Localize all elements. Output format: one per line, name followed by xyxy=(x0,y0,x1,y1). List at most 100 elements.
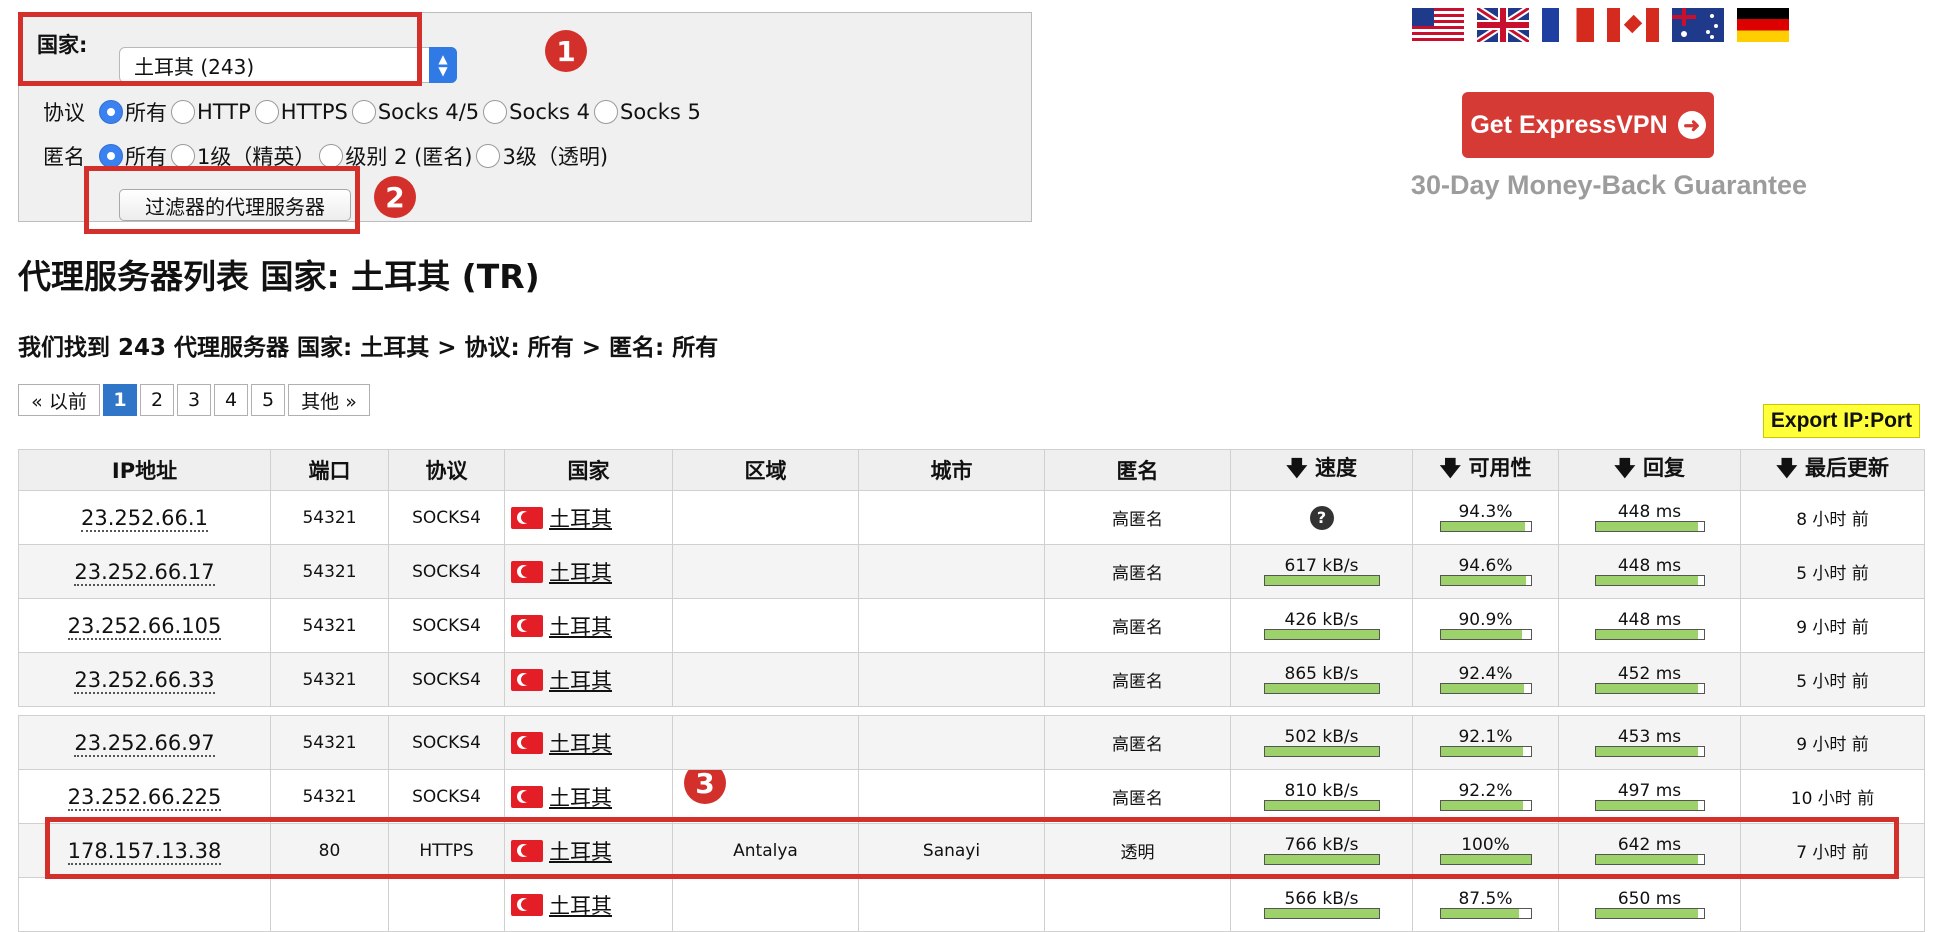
region-cell xyxy=(672,877,859,932)
us-flag-icon[interactable] xyxy=(1412,8,1464,42)
protocol-cell: SOCKS4 xyxy=(388,715,505,770)
anonymity-cell: 高匿名 xyxy=(1044,544,1231,599)
page-5-button[interactable]: 5 xyxy=(251,384,285,416)
country-link[interactable]: 土耳其 xyxy=(549,611,612,641)
fr-flag-icon[interactable] xyxy=(1542,8,1594,42)
city-cell xyxy=(858,652,1045,707)
region-cell xyxy=(672,652,859,707)
speed-cell: 865 kB/s xyxy=(1230,652,1413,707)
col-speed[interactable]: 🡇 速度 xyxy=(1230,449,1413,491)
protocol-option-label: HTTP xyxy=(197,100,251,124)
table-row: 23.252.66.97 54321 SOCKS4 土耳其 高匿名 502 kB/s 92.… xyxy=(18,715,1925,770)
speed-meter-value: 426 kB/s xyxy=(1284,610,1359,630)
uptime-meter-bar xyxy=(1439,800,1532,811)
turkey-flag-icon xyxy=(511,731,543,754)
page-title: 代理服务器列表 国家: 土耳其 (TR) xyxy=(18,257,540,296)
country-link[interactable]: 土耳其 xyxy=(549,728,612,758)
protocol-radio-4[interactable] xyxy=(483,100,508,124)
anonymity-radio-3[interactable] xyxy=(476,144,501,168)
speed-meter: 810 kB/s xyxy=(1231,782,1412,811)
port-cell xyxy=(270,877,389,932)
results-summary: 我们找到 243 代理服务器 国家: 土耳其 > 协议: 所有 > 匿名: 所有 xyxy=(18,335,719,361)
col-uptime[interactable]: 🡇 可用性 xyxy=(1412,449,1559,491)
anonymity-radio-2[interactable] xyxy=(319,144,344,168)
ca-flag-icon[interactable] xyxy=(1607,8,1659,42)
country-link[interactable]: 土耳其 xyxy=(549,557,612,587)
anonymity-radio-0[interactable] xyxy=(99,144,123,168)
page-1-button[interactable]: 1 xyxy=(103,384,137,416)
col-updated-label: 最后更新 xyxy=(1804,455,1889,480)
col-port: 端口 xyxy=(270,449,389,491)
speed-cell: 617 kB/s xyxy=(1230,544,1413,599)
ip-cell: 23.252.66.1 xyxy=(18,490,271,545)
ip-cell: 23.252.66.105 xyxy=(18,598,271,653)
city-cell xyxy=(858,490,1045,545)
anonymity-option-label: 3级（透明) xyxy=(502,145,609,169)
page-2-button[interactable]: 2 xyxy=(140,384,174,416)
annotation-box-2 xyxy=(84,166,360,234)
uptime-cell: 87.5% xyxy=(1412,877,1559,932)
response-meter-value: 448 ms xyxy=(1617,556,1682,576)
page-4-button[interactable]: 4 xyxy=(214,384,248,416)
uptime-cell: 92.2% xyxy=(1412,769,1559,824)
au-flag-icon[interactable] xyxy=(1672,8,1724,42)
de-flag-icon[interactable] xyxy=(1737,8,1789,42)
country-link[interactable]: 土耳其 xyxy=(549,665,612,695)
country-cell: 土耳其 xyxy=(504,877,673,932)
turkey-flag-icon xyxy=(511,668,543,691)
col-country: 国家 xyxy=(504,449,673,491)
protocol-radio-0[interactable] xyxy=(99,100,123,124)
uptime-meter: 87.5% xyxy=(1413,890,1558,919)
response-meter-value: 448 ms xyxy=(1617,502,1682,522)
uptime-cell: 90.9% xyxy=(1412,598,1559,653)
ip-address-link[interactable]: 23.252.66.1 xyxy=(81,505,208,532)
protocol-radio-1[interactable] xyxy=(171,100,195,124)
protocol-radio-2[interactable] xyxy=(254,100,279,124)
country-cell: 土耳其 xyxy=(504,769,673,824)
protocol-option-label: 所有 xyxy=(125,101,167,125)
response-meter-value: 650 ms xyxy=(1617,889,1682,909)
uptime-meter-bar xyxy=(1439,908,1532,919)
export-ip-port-button[interactable]: Export IP:Port xyxy=(1763,404,1920,438)
turkey-flag-icon xyxy=(511,614,543,637)
response-cell: 452 ms xyxy=(1558,652,1741,707)
table-row: 23.252.66.1 54321 SOCKS4 土耳其 高匿名? 94.3% 448 ms… xyxy=(18,490,1925,545)
response-meter: 448 ms xyxy=(1559,611,1740,640)
country-link[interactable]: 土耳其 xyxy=(549,503,612,533)
page-next-button[interactable]: 其他 » xyxy=(288,384,370,416)
table-separator xyxy=(18,706,1925,716)
speed-cell: 810 kB/s xyxy=(1230,769,1413,824)
uptime-meter: 92.1% xyxy=(1413,728,1558,757)
uptime-meter-value: 87.5% xyxy=(1458,889,1513,909)
city-cell xyxy=(858,769,1045,824)
ip-address-link[interactable]: 23.252.66.97 xyxy=(74,730,215,757)
ip-address-link[interactable]: 23.252.66.17 xyxy=(74,559,215,586)
money-back-guarantee: 30-Day Money-Back Guarantee xyxy=(1410,170,1808,200)
table-row: 23.252.66.33 54321 SOCKS4 土耳其 高匿名 865 kB/s 92.… xyxy=(18,652,1925,707)
annotation-box-1 xyxy=(18,12,422,86)
protocol-radio-5[interactable] xyxy=(594,100,619,124)
ip-address-link[interactable]: 23.252.66.33 xyxy=(74,667,215,694)
anonymity-radio-1[interactable] xyxy=(171,144,195,168)
uptime-meter: 92.2% xyxy=(1413,782,1558,811)
annotation-box-3 xyxy=(45,817,1899,879)
page-prev-button[interactable]: « 以前 xyxy=(18,384,100,416)
ip-address-link[interactable]: 23.252.66.105 xyxy=(67,613,222,640)
col-response[interactable]: 🡇 回复 xyxy=(1558,449,1741,491)
sort-down-icon: 🡇 xyxy=(1286,455,1308,480)
ip-cell: 23.252.66.225 xyxy=(18,769,271,824)
country-link[interactable]: 土耳其 xyxy=(549,782,612,812)
annotation-badge-1: 1 xyxy=(545,30,587,72)
protocol-radio-3[interactable] xyxy=(351,100,376,124)
response-cell: 453 ms xyxy=(1558,715,1741,770)
col-updated[interactable]: 🡇 最后更新 xyxy=(1740,449,1925,491)
city-cell xyxy=(858,715,1045,770)
uptime-meter-value: 92.4% xyxy=(1458,664,1513,684)
uk-flag-icon[interactable] xyxy=(1477,8,1529,42)
country-link[interactable]: 土耳其 xyxy=(549,890,612,920)
select-updown-icon: ▲ ▼ xyxy=(429,47,457,83)
get-expressvpn-button[interactable]: Get ExpressVPN ➜ xyxy=(1462,92,1714,158)
ip-address-link[interactable]: 23.252.66.225 xyxy=(67,784,222,811)
speed-meter-bar xyxy=(1263,800,1380,811)
page-3-button[interactable]: 3 xyxy=(177,384,211,416)
